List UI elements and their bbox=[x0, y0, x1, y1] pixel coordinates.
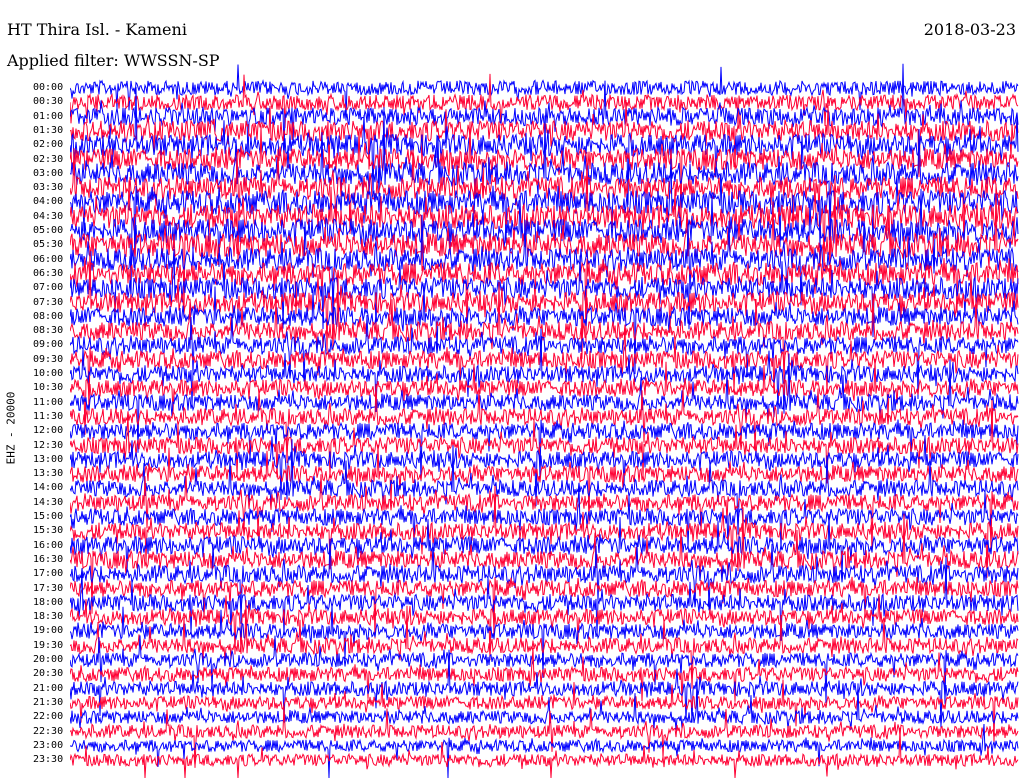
time-label: 00:00 bbox=[33, 82, 64, 93]
time-label: 02:00 bbox=[33, 139, 64, 151]
time-label: 11:00 bbox=[33, 396, 64, 408]
time-label: 05:30 bbox=[33, 239, 64, 251]
time-label: 10:30 bbox=[33, 382, 64, 394]
time-label: 15:00 bbox=[33, 511, 64, 522]
time-label: 19:30 bbox=[33, 639, 64, 651]
time-label: 08:30 bbox=[33, 325, 64, 337]
time-label: 03:00 bbox=[33, 167, 64, 179]
time-label: 18:30 bbox=[33, 611, 64, 623]
time-label: 07:00 bbox=[33, 282, 64, 294]
time-label: 21:30 bbox=[33, 696, 64, 708]
time-label: 22:00 bbox=[33, 711, 64, 723]
time-label: 17:00 bbox=[33, 568, 64, 580]
time-label: 18:00 bbox=[33, 596, 64, 608]
time-label: 04:00 bbox=[33, 196, 64, 208]
time-label: 06:00 bbox=[33, 253, 64, 265]
time-label: 23:00 bbox=[33, 739, 64, 751]
time-label: 00:30 bbox=[33, 96, 64, 108]
time-label: 06:30 bbox=[33, 267, 64, 279]
time-label: 11:30 bbox=[33, 410, 64, 422]
time-label: 17:30 bbox=[33, 582, 64, 594]
time-label: 07:30 bbox=[33, 296, 64, 308]
time-label: 20:00 bbox=[33, 654, 64, 665]
time-label: 19:00 bbox=[33, 625, 64, 637]
trace-1230 bbox=[70, 400, 1019, 484]
time-label: 05:00 bbox=[33, 225, 64, 236]
time-label: 21:00 bbox=[33, 682, 64, 694]
time-label: 20:30 bbox=[33, 668, 64, 680]
trace-1100 bbox=[70, 353, 1019, 453]
time-label: 16:00 bbox=[33, 539, 64, 551]
time-label: 09:00 bbox=[33, 339, 64, 351]
time-label: 22:30 bbox=[33, 725, 64, 737]
time-label: 16:30 bbox=[33, 553, 64, 565]
time-label: 04:30 bbox=[33, 210, 64, 222]
time-label: 09:30 bbox=[33, 353, 64, 365]
time-label: 14:30 bbox=[33, 496, 64, 508]
seismogram-plot bbox=[70, 63, 1019, 779]
time-label: 14:00 bbox=[33, 482, 64, 494]
time-axis: 00:00 00:30 01:00 01:30 02:00 02:30 03:00 03:30… bbox=[0, 0, 70, 780]
time-label: 12:30 bbox=[33, 439, 64, 451]
time-label: 03:30 bbox=[33, 182, 64, 194]
time-label: 23:30 bbox=[33, 754, 64, 766]
time-label: 08:00 bbox=[33, 310, 64, 322]
time-label: 02:30 bbox=[33, 153, 64, 165]
time-label: 15:30 bbox=[33, 525, 64, 537]
time-label: 01:30 bbox=[33, 124, 64, 136]
time-label: 12:00 bbox=[33, 425, 64, 437]
time-label: 13:30 bbox=[33, 468, 64, 480]
time-label: 10:00 bbox=[33, 368, 64, 379]
time-label: 01:00 bbox=[33, 110, 64, 122]
time-label: 13:00 bbox=[33, 453, 64, 465]
